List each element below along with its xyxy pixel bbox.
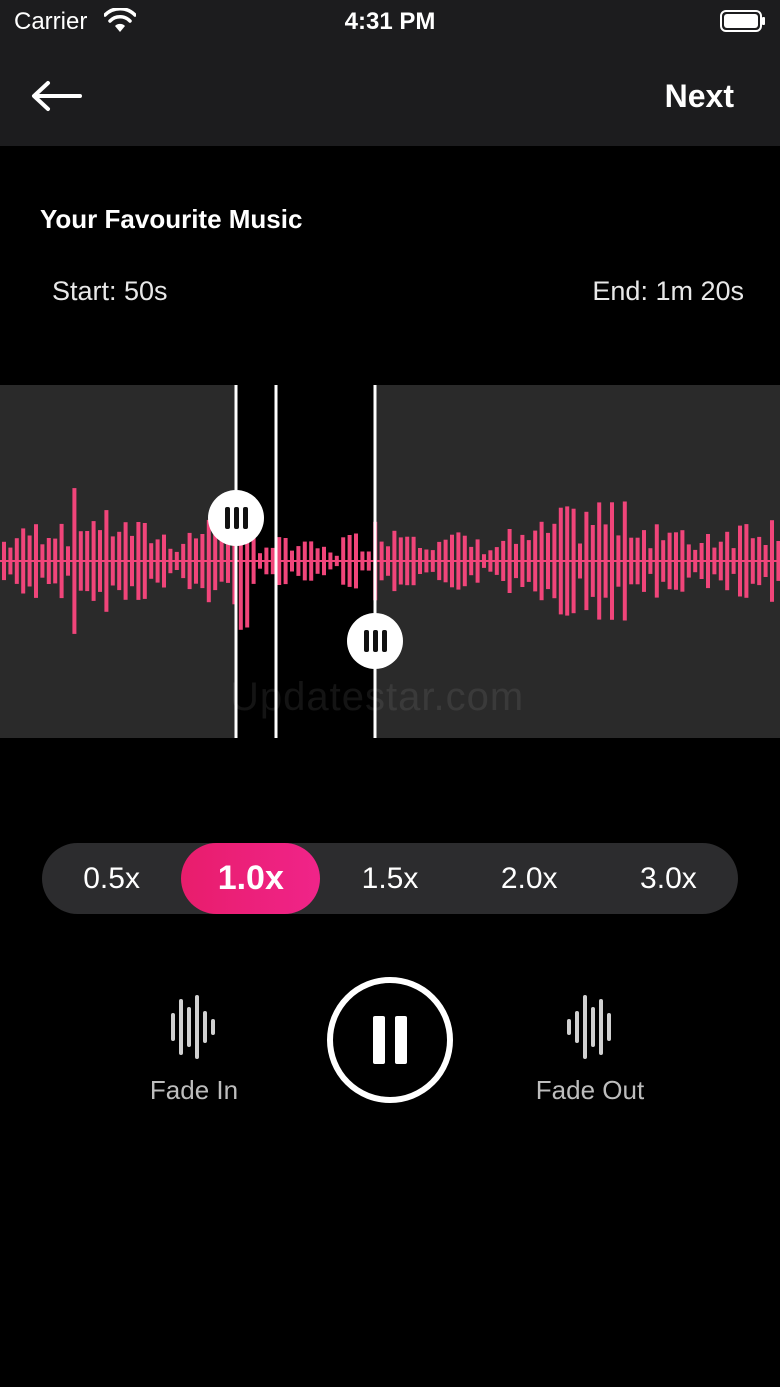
end-time-label: End: 1m 20s: [592, 276, 744, 306]
waveform-editor[interactable]: Updatestar.com: [0, 385, 780, 738]
watermark: Updatestar.com: [230, 675, 525, 719]
speed-option-2-0x[interactable]: 2.0x: [460, 843, 599, 914]
clock: 4:31 PM: [344, 8, 436, 35]
fade-in-label: Fade In: [149, 1075, 239, 1105]
pause-icon: [373, 1016, 385, 1064]
pause-button[interactable]: [327, 977, 453, 1103]
battery-icon: [720, 10, 765, 32]
pause-icon-bar: [395, 1016, 407, 1064]
trim-start-handle[interactable]: [208, 490, 264, 546]
fade-in-button[interactable]: Fade In: [144, 995, 244, 1106]
trim-end-handle[interactable]: [347, 613, 403, 669]
start-time-label: Start: 50s: [52, 276, 168, 306]
speed-option-1-5x[interactable]: 1.5x: [320, 843, 459, 914]
speed-selector: 0.5x 1.0x 1.5x 2.0x 3.0x: [42, 843, 738, 914]
fade-in-icon: [171, 995, 215, 1059]
status-bar: Carrier 4:31 PM: [0, 0, 780, 44]
fade-out-button[interactable]: Fade Out: [528, 995, 652, 1106]
next-button[interactable]: Next: [665, 78, 734, 115]
speed-option-3-0x[interactable]: 3.0x: [599, 843, 738, 914]
speed-option-1-0x[interactable]: 1.0x: [181, 843, 321, 914]
fade-out-icon: [567, 995, 611, 1059]
fade-out-label: Fade Out: [535, 1075, 645, 1105]
speed-option-0-5x[interactable]: 0.5x: [42, 843, 181, 914]
nav-bar: Next: [0, 44, 780, 146]
track-title: Your Favourite Music: [40, 204, 303, 234]
arrow-left-icon[interactable]: [28, 78, 86, 114]
